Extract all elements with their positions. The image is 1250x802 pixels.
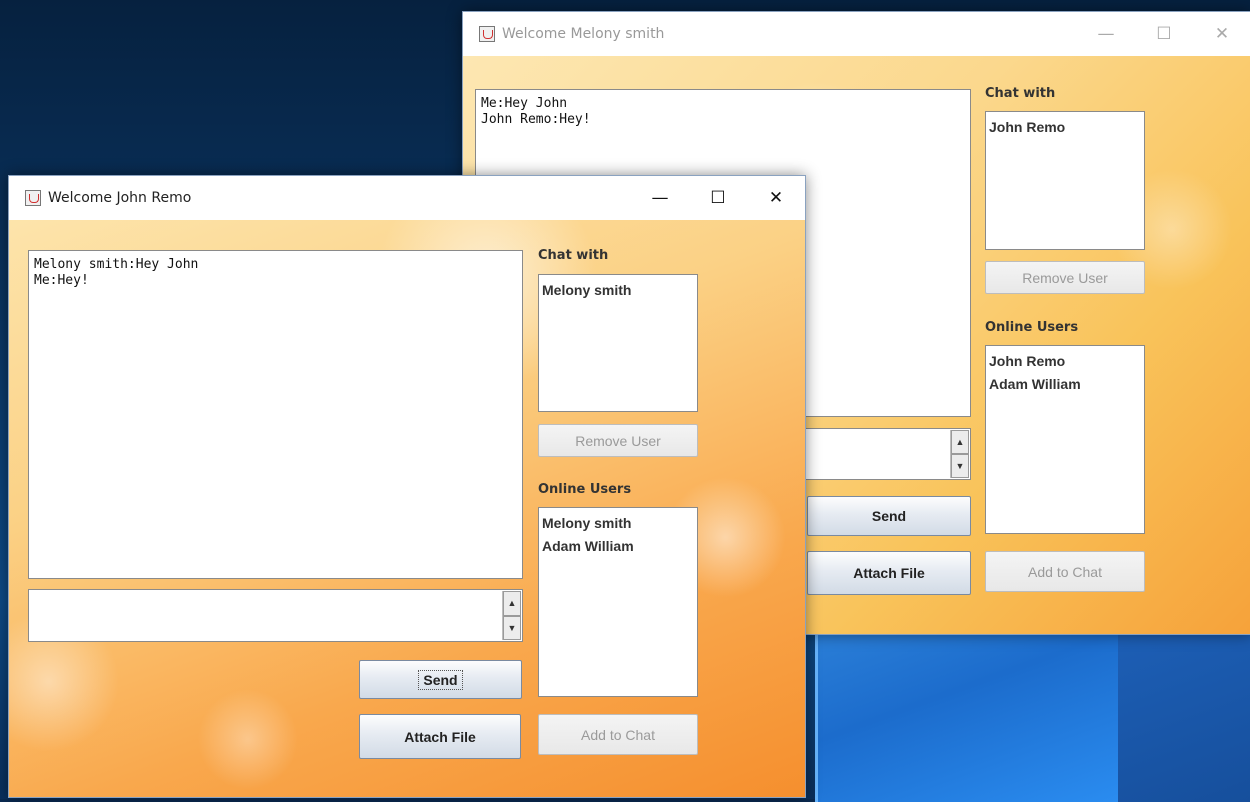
list-item[interactable]: Adam William <box>541 535 695 558</box>
add-to-chat-button[interactable]: Add to Chat <box>985 551 1145 592</box>
online-users-label: Online Users <box>538 482 632 497</box>
scroll-up-icon[interactable]: ▲ <box>503 591 521 616</box>
title-bar[interactable]: Welcome John Remo — ☐ ✕ <box>9 176 805 220</box>
maximize-button[interactable]: ☐ <box>689 176 747 220</box>
scroll-down-icon[interactable]: ▼ <box>503 615 521 640</box>
title-bar[interactable]: Welcome Melony smith — ☐ ✕ <box>463 12 1250 56</box>
scroll-up-icon[interactable]: ▲ <box>951 430 969 454</box>
java-app-icon <box>25 190 41 206</box>
close-icon: ✕ <box>768 188 784 208</box>
add-to-chat-button[interactable]: Add to Chat <box>538 714 698 755</box>
minimize-icon: — <box>651 188 669 208</box>
remove-user-button[interactable]: Remove User <box>985 261 1145 294</box>
list-item[interactable]: Melony smith <box>541 512 695 535</box>
close-button[interactable]: ✕ <box>1193 12 1250 56</box>
minimize-button[interactable]: — <box>631 176 689 220</box>
message-scrollbar[interactable]: ▲ ▼ <box>950 430 969 478</box>
window-content: Melony smith:Hey John Me:Hey! ▲ ▼ Send A… <box>9 220 805 797</box>
attach-file-button[interactable]: Attach File <box>807 551 971 595</box>
send-button[interactable]: Send <box>807 496 971 536</box>
message-scrollbar[interactable]: ▲ ▼ <box>502 591 521 640</box>
minimize-icon: — <box>1097 24 1115 44</box>
online-users-list[interactable]: Melony smith Adam William <box>538 507 698 697</box>
java-app-icon <box>479 26 495 42</box>
window-title: Welcome Melony smith <box>502 26 665 42</box>
attach-file-button[interactable]: Attach File <box>359 714 521 759</box>
maximize-icon: ☐ <box>1156 24 1172 44</box>
list-item[interactable]: John Remo <box>988 350 1142 373</box>
close-icon: ✕ <box>1214 24 1230 44</box>
maximize-icon: ☐ <box>710 188 726 208</box>
online-users-list[interactable]: John Remo Adam William <box>985 345 1145 534</box>
chat-with-list[interactable]: John Remo <box>985 111 1145 250</box>
send-button[interactable]: Send <box>359 660 522 699</box>
chat-log[interactable]: Melony smith:Hey John Me:Hey! <box>28 250 523 579</box>
john-chat-window[interactable]: Welcome John Remo — ☐ ✕ Melony smith:Hey… <box>8 175 806 798</box>
close-button[interactable]: ✕ <box>747 176 805 220</box>
chat-with-label: Chat with <box>985 86 1056 101</box>
list-item[interactable]: Melony smith <box>541 279 695 302</box>
list-item[interactable]: Adam William <box>988 373 1142 396</box>
minimize-button[interactable]: — <box>1077 12 1135 56</box>
scroll-down-icon[interactable]: ▼ <box>951 454 969 478</box>
message-input[interactable]: ▲ ▼ <box>28 589 523 642</box>
remove-user-button[interactable]: Remove User <box>538 424 698 457</box>
maximize-button[interactable]: ☐ <box>1135 12 1193 56</box>
online-users-label: Online Users <box>985 320 1079 335</box>
chat-with-list[interactable]: Melony smith <box>538 274 698 412</box>
chat-with-label: Chat with <box>538 248 609 263</box>
window-title: Welcome John Remo <box>48 190 192 206</box>
list-item[interactable]: John Remo <box>988 116 1142 139</box>
